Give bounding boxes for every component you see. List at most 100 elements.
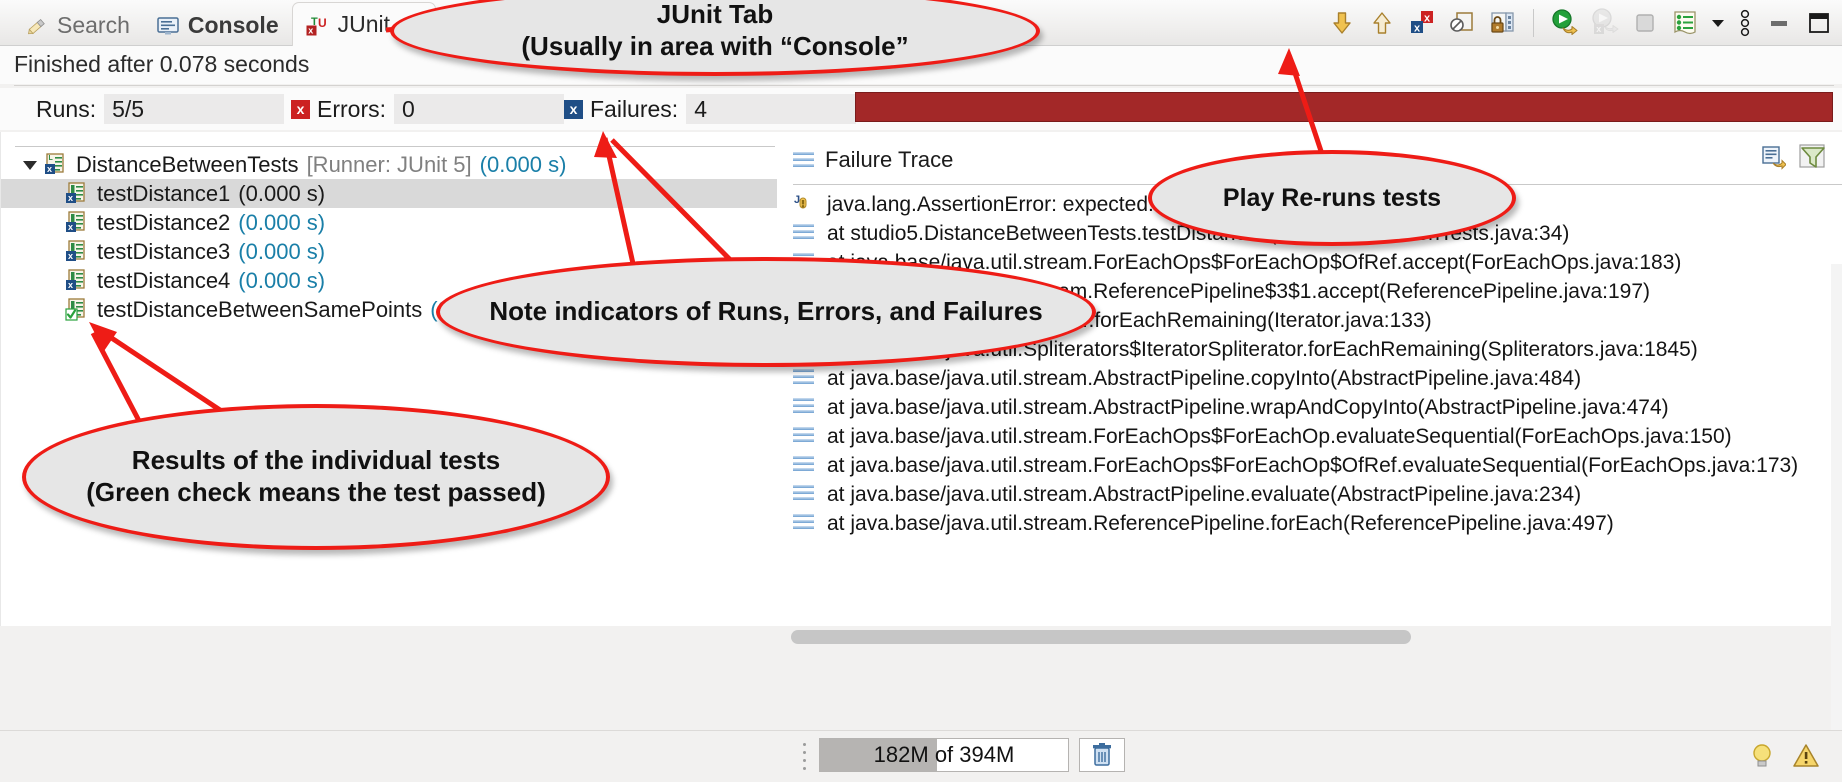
- test-progress-bar: [855, 92, 1833, 122]
- collapse-twisty-icon[interactable]: [19, 154, 41, 176]
- memory-usage-text: 182M of 394M: [873, 742, 1015, 767]
- horizontal-scrollbar[interactable]: [791, 630, 1831, 644]
- trace-line-text: at java.base/java.util.stream.ForEachOps…: [827, 424, 1732, 448]
- svg-text:J: J: [794, 194, 800, 206]
- test-tree-pane[interactable]: L x DistanceBetweenTests [Runner: JUnit …: [0, 132, 777, 626]
- copy-icon[interactable]: [1757, 142, 1787, 172]
- stop-button[interactable]: [1630, 8, 1660, 38]
- finished-status-text: Finished after 0.078 seconds: [14, 51, 310, 77]
- svg-text:x: x: [68, 222, 73, 232]
- run-gc-button[interactable]: [1079, 738, 1125, 772]
- annotation-indicators: Note indicators of Runs, Errors, and Fai…: [436, 257, 1096, 367]
- drag-grip-icon[interactable]: [800, 739, 809, 771]
- maximize-icon[interactable]: [1804, 8, 1834, 38]
- lightbulb-icon[interactable]: [1748, 741, 1776, 771]
- test-failed-class-icon: L x: [44, 152, 69, 177]
- test-failed-icon: x: [65, 181, 90, 206]
- errors-counter: x Errors: 0: [291, 94, 564, 124]
- annotation-line: Note indicators of Runs, Errors, and Fai…: [489, 296, 1043, 327]
- root-time: (0.000 s): [479, 151, 567, 177]
- tab-search[interactable]: Search: [12, 6, 143, 46]
- svg-text:x: x: [68, 193, 73, 203]
- stack-frame-icon: [793, 483, 816, 506]
- vertical-scrollbar[interactable]: [1831, 264, 1842, 758]
- trace-line-text: java.lang.AssertionError: expected:<: [827, 192, 1167, 216]
- runs-value: 5/5: [104, 94, 285, 124]
- failure-trace-toolbar: [1757, 142, 1828, 172]
- runs-label: Runs:: [36, 95, 97, 122]
- tab-junit-label: JUnit: [337, 11, 391, 37]
- trace-line-text: at java.base/java.util.stream.AbstractPi…: [827, 482, 1582, 506]
- annotation-line: Results of the individual tests: [131, 445, 501, 476]
- svg-text:x: x: [308, 25, 313, 35]
- status-bar: 182M of 394M: [0, 730, 1842, 782]
- trace-line[interactable]: at java.base/java.util.stream.AbstractPi…: [793, 393, 1842, 422]
- annotation-play-rerun: Play Re-runs tests: [1148, 150, 1516, 246]
- trace-line-text: at java.base/java.util.stream.ReferenceP…: [827, 511, 1614, 535]
- trace-line[interactable]: at java.base/java.util.stream.AbstractPi…: [793, 480, 1842, 509]
- trace-line[interactable]: at java.base/java.util.stream.ReferenceP…: [793, 509, 1842, 538]
- error-marker-icon: x: [291, 99, 310, 119]
- eclipse-junit-view: Search Console T U x JUnit x x x Finishe…: [0, 0, 1842, 782]
- status-divider: [14, 85, 1834, 86]
- tree-row-test-1[interactable]: x testDistance2 (0.000 s): [1, 208, 777, 237]
- trash-icon: [1093, 743, 1111, 766]
- trace-line[interactable]: at java.base/java.util.stream.AbstractPi…: [793, 364, 1842, 393]
- test-name: testDistance3: [97, 238, 231, 264]
- annotation-line: (Usually in area with “Console”: [521, 31, 909, 61]
- stack-frame-icon: [793, 454, 816, 477]
- view-toolbar: x x x: [1327, 0, 1834, 46]
- toolbar-separator: [1533, 9, 1534, 37]
- failures-label: Failures:: [590, 95, 679, 122]
- runs-counter: Runs: 5/5: [36, 94, 285, 124]
- failures-value: 4: [686, 94, 857, 124]
- test-time: (0.000 s): [238, 180, 326, 206]
- tab-list: Search Console T U x JUnit: [12, 0, 436, 46]
- failures-counter: x Failures: 4: [564, 94, 857, 124]
- next-failure-button[interactable]: [1327, 8, 1357, 38]
- rerun-failed-tests-button[interactable]: x: [1590, 8, 1620, 38]
- annotation-line: JUnit Tab: [656, 0, 774, 30]
- warning-icon[interactable]: [1792, 743, 1820, 769]
- test-name: testDistance4: [97, 267, 231, 293]
- test-time: (0.000 s): [238, 238, 326, 264]
- test-failed-icon: x: [65, 210, 90, 235]
- show-failures-only-button[interactable]: x x: [1407, 8, 1437, 38]
- test-name: testDistance2: [97, 209, 231, 235]
- junit-icon: T U x: [306, 13, 330, 37]
- filter-icon[interactable]: [1798, 142, 1828, 172]
- tab-console-label: Console: [187, 12, 279, 38]
- pencil-icon: [25, 13, 49, 37]
- annotation-individual-results: Results of the individual tests (Green c…: [22, 404, 610, 550]
- lock-page-icon[interactable]: [1487, 8, 1517, 38]
- stack-frame-icon: [793, 425, 816, 448]
- previous-failure-button[interactable]: [1367, 8, 1397, 38]
- tree-row-test-0[interactable]: x testDistance1 (0.000 s): [1, 179, 777, 208]
- rerun-test-button[interactable]: [1550, 8, 1580, 38]
- root-test-class-name: DistanceBetweenTests: [76, 151, 299, 177]
- trace-line-text: at java.base/java.util.stream.AbstractPi…: [827, 366, 1582, 390]
- kebab-menu-icon[interactable]: [1736, 8, 1754, 38]
- trace-line[interactable]: at java.base/java.util.stream.ForEachOps…: [793, 451, 1842, 480]
- test-time: (0.000 s): [238, 209, 326, 235]
- assertion-error-icon: J: [793, 193, 816, 216]
- errors-value: 0: [394, 94, 564, 124]
- trace-line-text: at java.base/java.util.stream.ForEachOps…: [827, 453, 1799, 477]
- annotation-line: (Green check means the test passed): [86, 477, 546, 507]
- svg-text:x: x: [68, 280, 73, 290]
- svg-text:x: x: [1414, 22, 1421, 34]
- tab-console[interactable]: Console: [143, 6, 292, 46]
- tab-search-label: Search: [57, 12, 130, 38]
- tree-row-root[interactable]: L x DistanceBetweenTests [Runner: JUnit …: [1, 150, 777, 179]
- trace-line[interactable]: at java.base/java.util.stream.ForEachOps…: [793, 422, 1842, 451]
- memory-monitor: 182M of 394M: [800, 738, 1125, 772]
- console-icon: [156, 14, 180, 38]
- view-menu-button[interactable]: [1670, 8, 1700, 38]
- scrollbar-thumb[interactable]: [791, 630, 1411, 644]
- tree-top-divider: [15, 146, 775, 147]
- stack-frame-icon: [793, 150, 814, 171]
- minimize-icon[interactable]: [1764, 8, 1794, 38]
- svg-text:L: L: [49, 155, 54, 162]
- chevron-down-icon[interactable]: [1710, 8, 1726, 38]
- no-entry-page-icon[interactable]: [1447, 8, 1477, 38]
